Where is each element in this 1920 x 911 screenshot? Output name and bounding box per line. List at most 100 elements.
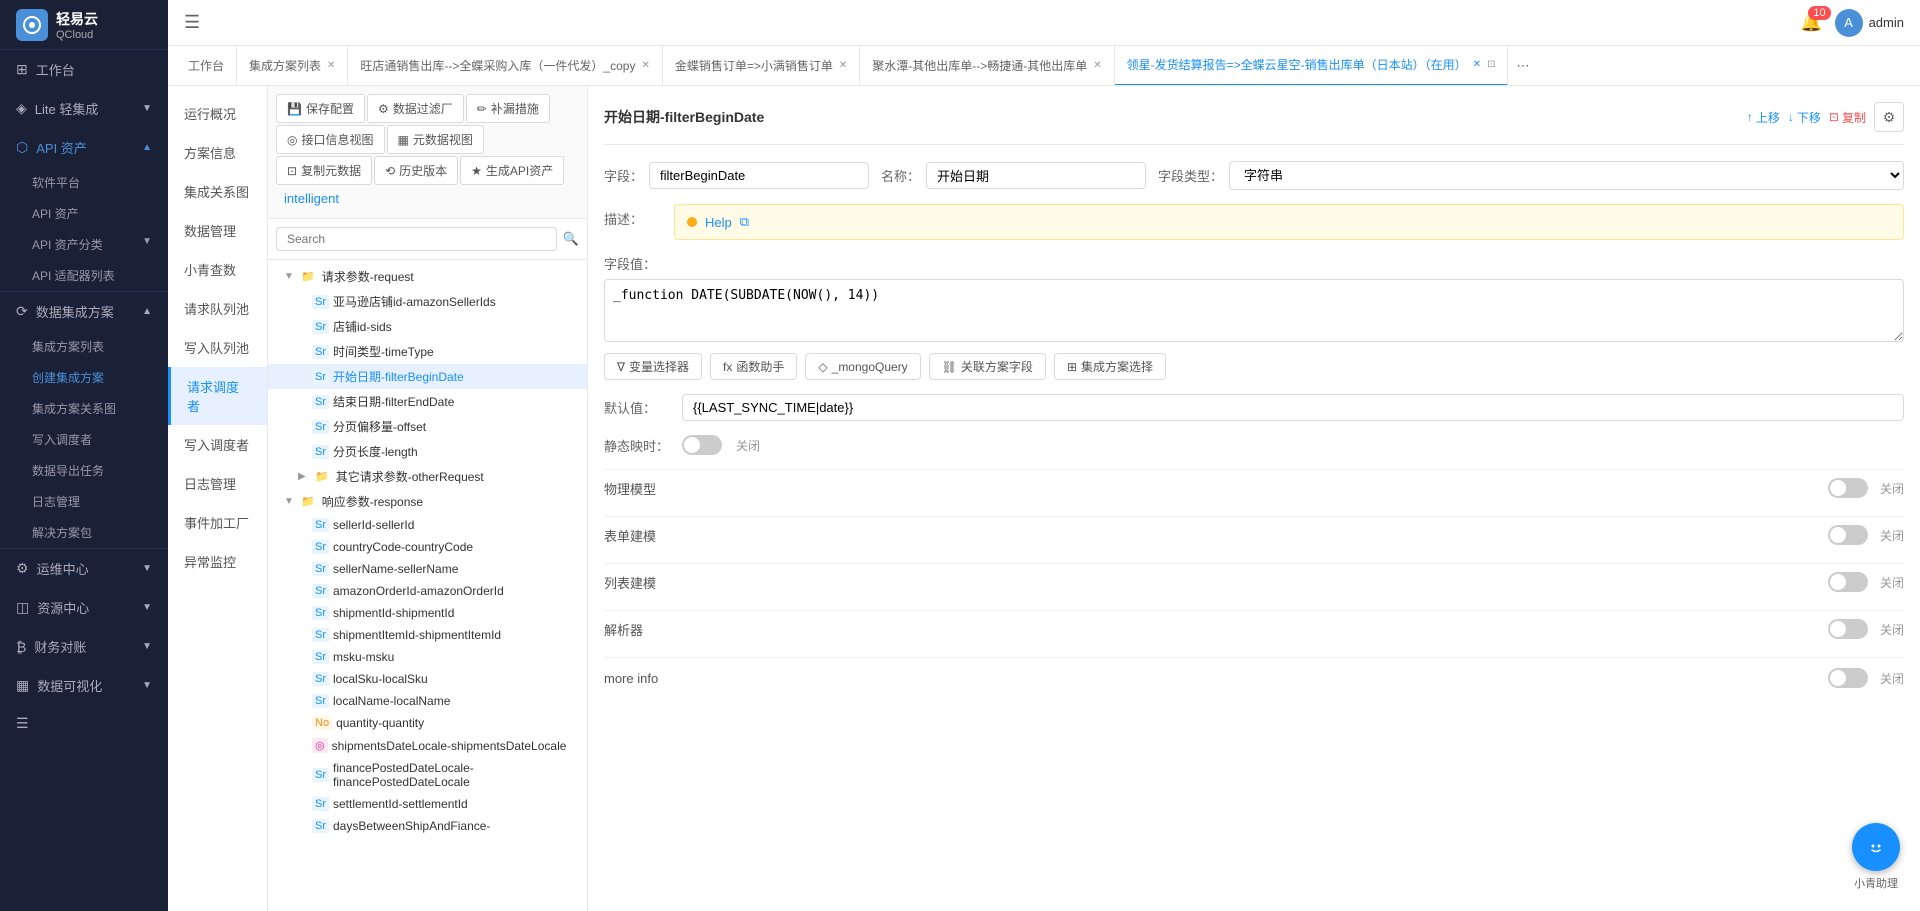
data-filter-button[interactable]: ⚙ 数据过滤厂 [367,94,464,123]
assistant-bubble[interactable] [1852,823,1900,871]
tab-close-icon[interactable]: ✕ [1473,59,1481,70]
type-select[interactable]: 字符串 数字 布尔 日期 [1229,161,1904,190]
related-field-button[interactable]: ⛓ 关联方案字段 [929,353,1046,380]
tree-node-response-params[interactable]: ▼ 📁 响应参数-response [268,489,587,514]
sidebar-item-ops[interactable]: ⚙ 运维中心 ▼ [0,549,168,588]
sidebar-item-integration-list[interactable]: 集成方案列表 [0,331,168,362]
tab-jinding[interactable]: 金蝶销售订单=>小满销售订单 ✕ [663,46,860,86]
history-button[interactable]: ⟲ 历史版本 [374,156,458,185]
help-link[interactable]: Help [705,215,732,230]
parser-toggle[interactable] [1828,619,1868,639]
field-input[interactable] [649,162,869,189]
integration-select-button[interactable]: ⊞ 集成方案选择 [1054,353,1166,380]
external-link-icon[interactable]: ⧉ [740,214,749,230]
nav-item-request-queue[interactable]: 请求队列池 [168,289,267,328]
nav-item-anomaly-monitor[interactable]: 异常监控 [168,542,267,581]
search-input[interactable] [276,227,557,251]
tree-node-end-date[interactable]: Sr 结束日期-filterEndDate [268,389,587,414]
tab-integration-list[interactable]: 集成方案列表 ✕ [237,46,348,86]
save-config-button[interactable]: 💾 保存配置 [276,94,365,123]
tree-node-time-type[interactable]: Sr 时间类型-timeType [268,339,587,364]
sidebar-item-integration-rel[interactable]: 集成方案关系图 [0,393,168,424]
sidebar-item-data-export[interactable]: 数据导出任务 [0,455,168,486]
tab-lingshou[interactable]: 领星-发货结算报告=>全蝶云星空-销售出库单（日本站）（在用） ✕ ⊡ [1115,46,1509,86]
notification-bell[interactable]: 🔔 10 [1800,12,1822,33]
default-input[interactable] [682,394,1904,421]
sidebar-item-software[interactable]: 软件平台 [0,167,168,198]
sidebar-item-menu[interactable]: ☰ [0,705,168,742]
sidebar-item-lite[interactable]: ◈ Lite 轻集成 ▼ [0,89,168,128]
tab-settings-icon[interactable]: ⊡ [1487,59,1495,70]
tree-node-msku[interactable]: Sr msku-msku [268,646,587,668]
tab-close-icon[interactable]: ✕ [327,60,335,71]
sidebar-item-api-adapter[interactable]: API 适配器列表 [0,260,168,291]
value-textarea[interactable]: _function DATE(SUBDATE(NOW(), 14)) [604,279,1904,342]
tree-node-finance-date[interactable]: Sr financePostedDateLocale-financePosted… [268,757,587,793]
sidebar-item-api-category[interactable]: API 资产分类 ▼ [0,229,168,260]
tree-node-shipment-item-id[interactable]: Sr shipmentItemId-shipmentItemId [268,624,587,646]
down-action[interactable]: ↓ 下移 [1788,109,1821,126]
sidebar-item-resource[interactable]: ◫ 资源中心 ▼ [0,588,168,627]
gen-api-button[interactable]: ★ 生成API资产 [460,156,564,185]
tree-node-shipment-id[interactable]: Sr shipmentId-shipmentId [268,602,587,624]
intelligent-link[interactable]: intelligent [276,187,347,210]
tree-node-seller-id[interactable]: Sr sellerId-sellerId [268,514,587,536]
search-icon[interactable]: 🔍 [563,231,579,247]
tree-node-offset[interactable]: Sr 分页偏移量-offset [268,414,587,439]
tree-node-shipments-date[interactable]: ◎ shipmentsDateLocale-shipmentsDateLocal… [268,734,587,757]
nav-item-request-dispatch[interactable]: 请求调度者 [168,367,267,425]
interface-view-button[interactable]: ◎ 接口信息视图 [276,125,385,154]
table-build-toggle[interactable] [1828,525,1868,545]
tree-node-length[interactable]: Sr 分页长度-length [268,439,587,464]
static-toggle[interactable] [682,435,722,455]
tree-node-amazon-order-id[interactable]: Sr amazonOrderId-amazonOrderId [268,580,587,602]
nav-item-overview[interactable]: 运行概况 [168,94,267,133]
copy-action[interactable]: ⊡ 复制 [1829,109,1866,126]
sidebar-item-data-integration[interactable]: ⟳ 数据集成方案 ▲ [0,292,168,331]
sidebar-item-finance[interactable]: ₿ 财务对账 ▼ [0,627,168,666]
tab-close-icon[interactable]: ✕ [1093,60,1101,71]
func-helper-button[interactable]: fx 函数助手 [710,353,797,380]
tab-workspace[interactable]: 工作台 [176,46,237,86]
meta-view-button[interactable]: ▦ 元数据视图 [387,125,484,154]
tabs-more-btn[interactable]: ⋯ [1508,58,1537,74]
sidebar-item-create-integration[interactable]: 创建集成方案 [0,362,168,393]
hamburger-icon[interactable]: ☰ [184,12,200,33]
nav-item-data-mgmt[interactable]: 数据管理 [168,211,267,250]
tree-node-settlement-id[interactable]: Sr settlementId-settlementId [268,793,587,815]
tree-node-local-name[interactable]: Sr localName-localName [268,690,587,712]
copy-data-button[interactable]: ⊡ 复制元数据 [276,156,372,185]
name-input[interactable] [926,162,1146,189]
up-action[interactable]: ↑ 上移 [1747,109,1780,126]
tree-node-begin-date[interactable]: Sr 开始日期-filterBeginDate [268,364,587,389]
tree-node-store-id[interactable]: Sr 店铺id-sids [268,314,587,339]
nav-item-write-queue[interactable]: 写入队列池 [168,328,267,367]
patch-button[interactable]: ✏ 补漏措施 [466,94,550,123]
nav-item-integration-map[interactable]: 集成关系图 [168,172,267,211]
tree-node-amazon-seller-ids[interactable]: Sr 亚马逊店铺id-amazonSellerIds [268,289,587,314]
tree-node-request-params[interactable]: ▼ 📁 请求参数-request [268,264,587,289]
nav-item-write-dispatch2[interactable]: 写入调度者 [168,425,267,464]
tree-node-quantity[interactable]: No quantity-quantity [268,712,587,734]
list-build-toggle[interactable] [1828,572,1868,592]
tree-node-country-code[interactable]: Sr countryCode-countryCode [268,536,587,558]
var-selector-button[interactable]: ∇ 变量选择器 [604,353,702,380]
tree-node-other-request[interactable]: ▶ 📁 其它请求参数-otherRequest [268,464,587,489]
physical-model-toggle[interactable] [1828,478,1868,498]
tab-close-icon[interactable]: ✕ [641,60,649,71]
sidebar-item-log[interactable]: 日志管理 [0,486,168,517]
nav-item-log-mgmt2[interactable]: 日志管理 [168,464,267,503]
sidebar-item-write-dispatch[interactable]: 写入调度者 [0,424,168,455]
tab-wangdian[interactable]: 旺店通销售出库-->全蝶采购入库（一件代发）_copy ✕ [348,46,662,86]
nav-item-xiao-qing[interactable]: 小青查数 [168,250,267,289]
sidebar-item-api-sub[interactable]: API 资产 [0,198,168,229]
nav-item-event-factory[interactable]: 事件加工厂 [168,503,267,542]
tab-close-icon[interactable]: ✕ [839,60,847,71]
tree-node-local-sku[interactable]: Sr localSku-localSku [268,668,587,690]
tab-jushuitan[interactable]: 聚水潭-其他出库单-->畅捷通-其他出库单 ✕ [860,46,1114,86]
more-info-toggle[interactable] [1828,668,1868,688]
sidebar-item-solution-pkg[interactable]: 解决方案包 [0,517,168,548]
tree-node-seller-name[interactable]: Sr sellerName-sellerName [268,558,587,580]
sidebar-item-workspace[interactable]: ⊞ 工作台 [0,50,168,89]
sidebar-item-api-assets[interactable]: ⬡ API 资产 ▲ [0,128,168,167]
